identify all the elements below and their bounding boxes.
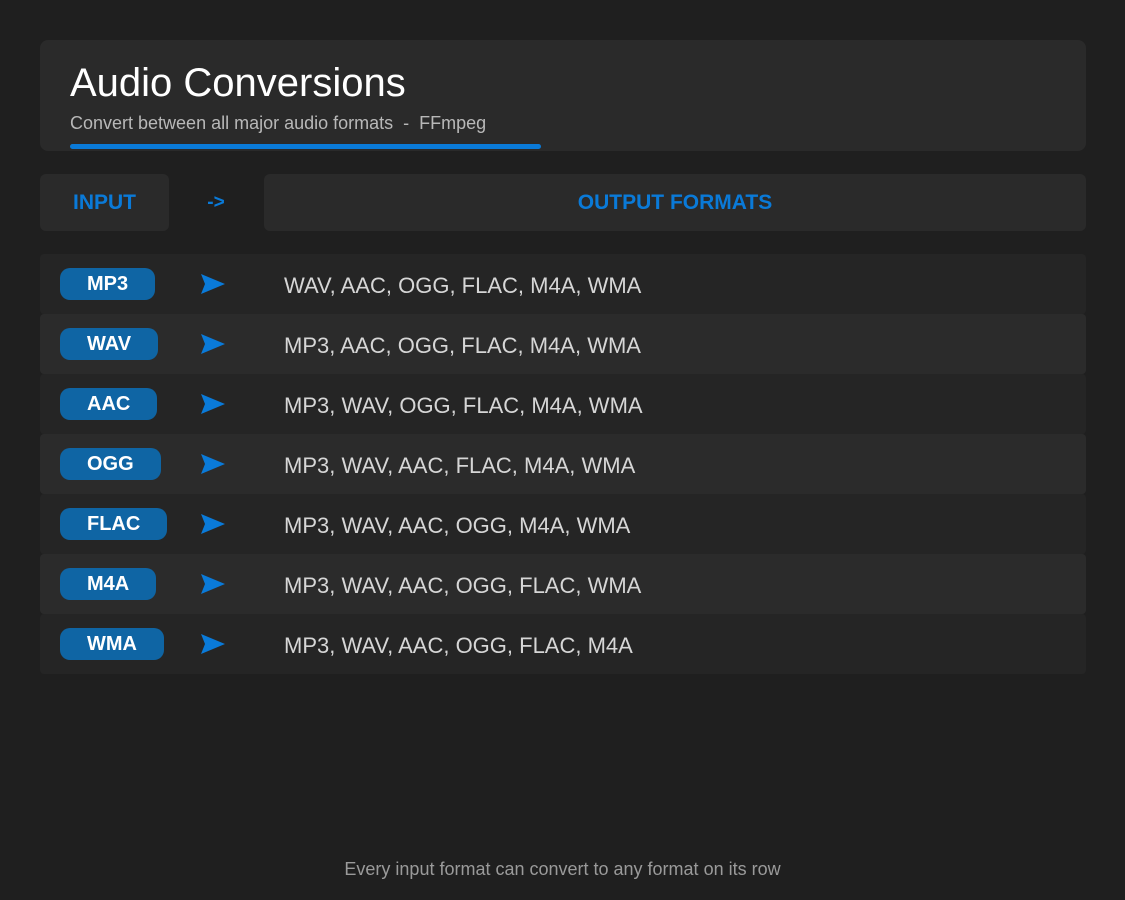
input-format-pill: FLAC	[60, 508, 168, 540]
output-formats-text: MP3, WAV, OGG, FLAC, M4A, WMA	[284, 393, 643, 418]
conversion-row-wma: WMA MP3, WAV, AAC, OGG, FLAC, M4A	[40, 614, 1086, 674]
play-arrow-icon	[200, 393, 226, 415]
page-title: Audio Conversions	[70, 61, 406, 105]
output-formats-text: MP3, WAV, AAC, OGG, M4A, WMA	[284, 513, 631, 538]
play-arrow-icon	[200, 333, 226, 355]
play-arrow-icon	[200, 573, 226, 595]
play-arrow-icon	[200, 273, 226, 295]
input-format-pill: AAC	[60, 388, 158, 420]
footer-note: Every input format can convert to any fo…	[344, 859, 781, 879]
input-format-pill: OGG	[60, 448, 161, 480]
title-accent-underline	[70, 144, 541, 149]
conversion-row-ogg: OGG MP3, WAV, AAC, FLAC, M4A, WMA	[40, 434, 1086, 494]
play-arrow-icon	[200, 453, 226, 475]
header-card: Audio Conversions Convert between all ma…	[40, 40, 1086, 151]
play-arrow-icon	[200, 633, 226, 655]
conversion-row-aac: AAC MP3, WAV, OGG, FLAC, M4A, WMA	[40, 374, 1086, 434]
conversion-row-mp3: MP3 WAV, AAC, OGG, FLAC, M4A, WMA	[40, 254, 1086, 314]
output-formats-text: MP3, AAC, OGG, FLAC, M4A, WMA	[284, 333, 641, 358]
output-formats-text: WAV, AAC, OGG, FLAC, M4A, WMA	[284, 273, 642, 298]
output-formats-text: MP3, WAV, AAC, OGG, FLAC, WMA	[284, 573, 642, 598]
input-format-pill: MP3	[60, 268, 156, 300]
output-formats-text: MP3, WAV, AAC, FLAC, M4A, WMA	[284, 453, 636, 478]
conversion-row-wav: WAV MP3, AAC, OGG, FLAC, M4A, WMA	[40, 314, 1086, 374]
input-format-pill: WMA	[60, 628, 164, 660]
page-subtitle: Convert between all major audio formats …	[70, 113, 487, 133]
column-arrow-label: ->	[207, 191, 225, 213]
conversion-row-m4a: M4A MP3, WAV, AAC, OGG, FLAC, WMA	[40, 554, 1086, 614]
input-format-pill: WAV	[60, 328, 159, 360]
conversion-row-flac: FLAC MP3, WAV, AAC, OGG, M4A, WMA	[40, 494, 1086, 554]
output-column-header: OUTPUT FORMATS	[264, 174, 1086, 231]
input-format-pill: M4A	[60, 568, 157, 600]
play-arrow-icon	[200, 513, 226, 535]
input-column-header: INPUT	[40, 174, 169, 231]
output-formats-text: MP3, WAV, AAC, OGG, FLAC, M4A	[284, 633, 633, 658]
